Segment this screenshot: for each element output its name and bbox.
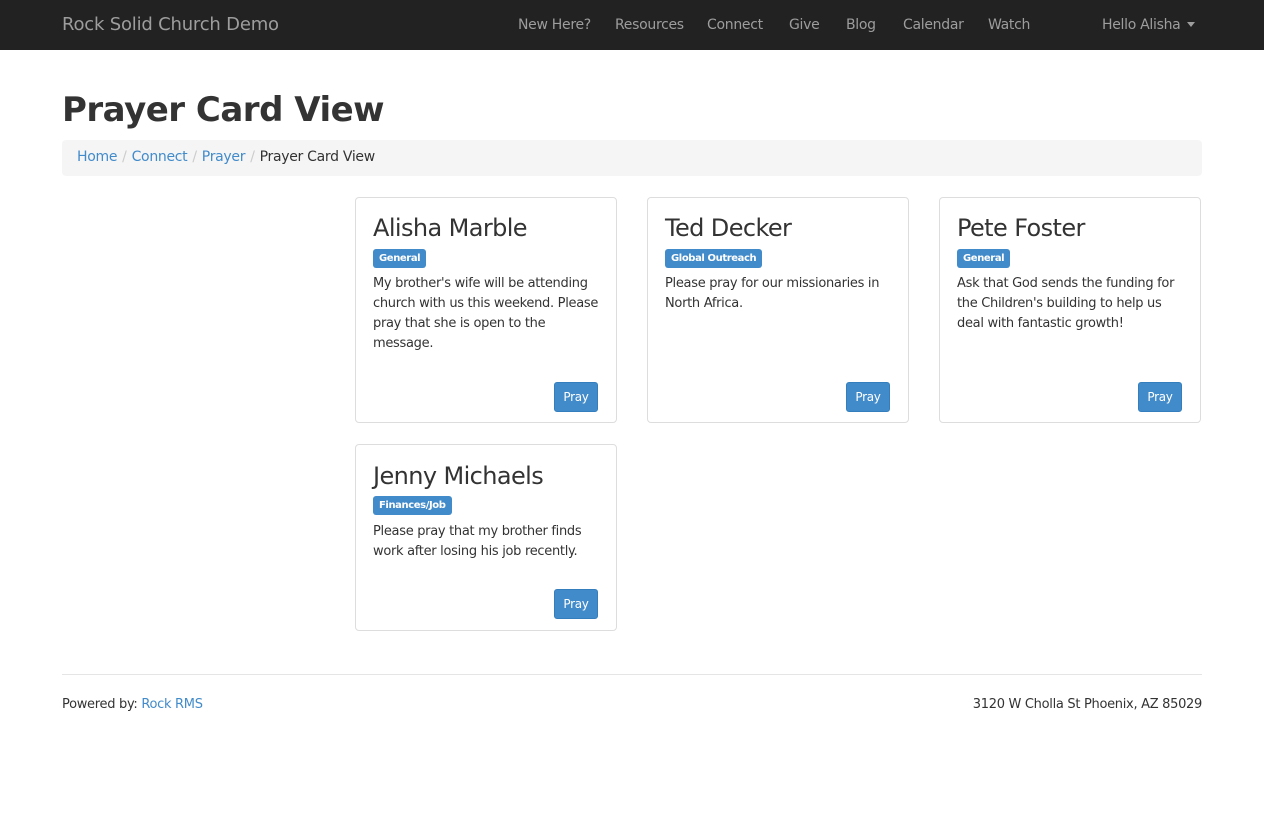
nav-item-new-here[interactable]: New Here? bbox=[518, 17, 591, 33]
pray-button[interactable]: Pray bbox=[846, 382, 890, 412]
pray-button[interactable]: Pray bbox=[554, 382, 598, 412]
footer-divider bbox=[62, 674, 1202, 675]
category-badge: Global Outreach bbox=[665, 249, 763, 268]
breadcrumb-current: Prayer Card View bbox=[259, 149, 376, 165]
nav-item-calendar[interactable]: Calendar bbox=[903, 17, 964, 33]
prayer-text: Please pray that my brother finds work a… bbox=[373, 524, 582, 559]
footer-address: 3120 W Cholla St Phoenix, AZ 85029 bbox=[972, 697, 1203, 712]
top-navbar: Rock Solid Church Demo New Here? Resourc… bbox=[0, 0, 1264, 50]
pray-button[interactable]: Pray bbox=[554, 589, 598, 619]
card-name: Ted Decker bbox=[665, 214, 792, 242]
user-menu-toggle[interactable]: Hello Alisha bbox=[1102, 17, 1195, 33]
prayer-text: Please pray for our missionaries in Nort… bbox=[665, 276, 880, 311]
nav-item-watch[interactable]: Watch bbox=[988, 17, 1030, 33]
prayer-card: Ted Decker Global Outreach Please pray f… bbox=[647, 197, 909, 423]
nav-item-connect[interactable]: Connect bbox=[707, 17, 763, 33]
prayer-text: My brother's wife will be attending chur… bbox=[373, 276, 599, 351]
card-name: Pete Foster bbox=[957, 214, 1085, 242]
page-title: Prayer Card View bbox=[62, 90, 385, 130]
breadcrumb-prayer[interactable]: Prayer bbox=[202, 149, 246, 165]
breadcrumb-separator: / bbox=[250, 149, 255, 165]
rock-rms-link[interactable]: Rock RMS bbox=[141, 697, 203, 712]
nav-item-give[interactable]: Give bbox=[789, 17, 820, 33]
pray-button[interactable]: Pray bbox=[1138, 382, 1182, 412]
category-badge: General bbox=[957, 249, 1011, 268]
nav-item-resources[interactable]: Resources bbox=[615, 17, 684, 33]
breadcrumb-separator: / bbox=[192, 149, 197, 165]
prayer-text: Ask that God sends the funding for the C… bbox=[957, 276, 1175, 331]
user-greeting: Hello Alisha bbox=[1102, 17, 1181, 33]
prayer-card: Pete Foster General Ask that God sends t… bbox=[939, 197, 1201, 423]
category-badge: Finances/Job bbox=[373, 496, 452, 515]
prayer-card: Jenny Michaels Finances/Job Please pray … bbox=[355, 444, 617, 631]
card-name: Alisha Marble bbox=[373, 214, 528, 242]
prayer-card: Alisha Marble General My brother's wife … bbox=[355, 197, 617, 423]
breadcrumb-home[interactable]: Home bbox=[77, 149, 117, 165]
card-name: Jenny Michaels bbox=[373, 462, 544, 490]
category-badge: General bbox=[373, 249, 427, 268]
powered-by-label: Powered by: bbox=[62, 697, 138, 712]
nav-item-blog[interactable]: Blog bbox=[846, 17, 876, 33]
main-nav: New Here? Resources Connect Give Blog Ca… bbox=[0, 17, 1264, 37]
footer-powered-by: Powered by: Rock RMS bbox=[62, 697, 203, 712]
caret-down-icon bbox=[1186, 21, 1195, 27]
breadcrumb-connect[interactable]: Connect bbox=[132, 149, 188, 165]
breadcrumb-separator: / bbox=[122, 149, 127, 165]
breadcrumb: Home / Connect / Prayer / Prayer Card View bbox=[62, 140, 1202, 176]
